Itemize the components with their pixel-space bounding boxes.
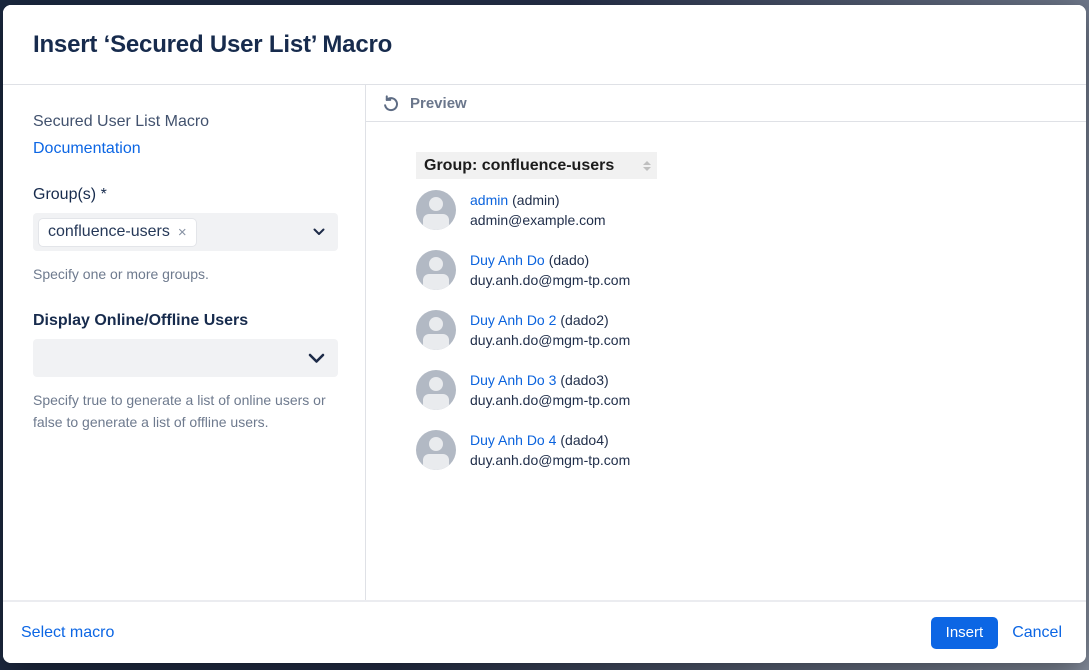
documentation-link[interactable]: Documentation	[33, 138, 141, 159]
avatar-icon	[416, 190, 456, 230]
user-email: duy.anh.do@mgm-tp.com	[470, 270, 630, 290]
insert-macro-dialog: Insert ‘Secured User List’ Macro Secured…	[3, 5, 1086, 663]
dialog-header: Insert ‘Secured User List’ Macro	[3, 5, 1086, 85]
user-username: (dado3)	[560, 372, 608, 388]
preview-header: Preview	[366, 85, 1086, 122]
user-link[interactable]: Duy Anh Do 2	[470, 312, 556, 328]
avatar-icon	[416, 250, 456, 290]
refresh-icon[interactable]	[382, 94, 400, 112]
user-meta: Duy Anh Do(dado) duy.anh.do@mgm-tp.com	[470, 250, 630, 290]
user-username: (dado4)	[560, 432, 608, 448]
user-row: Duy Anh Do(dado) duy.anh.do@mgm-tp.com	[416, 250, 1066, 290]
user-row: Duy Anh Do 4(dado4) duy.anh.do@mgm-tp.co…	[416, 430, 1066, 470]
group-chip: confluence-users ×	[39, 219, 196, 246]
group-header-bar: Group: confluence-users	[416, 152, 657, 179]
online-offline-select[interactable]	[33, 339, 338, 377]
user-email: duy.anh.do@mgm-tp.com	[470, 390, 630, 410]
macro-name: Secured User List Macro	[33, 111, 338, 132]
cancel-link[interactable]: Cancel	[1012, 624, 1062, 642]
user-row: Duy Anh Do 3(dado3) duy.anh.do@mgm-tp.co…	[416, 370, 1066, 410]
avatar-icon	[416, 310, 456, 350]
user-row: admin(admin) admin@example.com	[416, 190, 1066, 230]
preview-panel: Preview Group: confluence-users admin(ad…	[366, 85, 1086, 600]
avatar-icon	[416, 430, 456, 470]
user-link[interactable]: admin	[470, 192, 508, 208]
user-email: duy.anh.do@mgm-tp.com	[470, 330, 630, 350]
remove-icon[interactable]: ×	[178, 225, 187, 240]
online-offline-help-text: Specify true to generate a list of onlin…	[33, 389, 338, 433]
sort-icon[interactable]	[643, 161, 651, 171]
user-email: duy.anh.do@mgm-tp.com	[470, 450, 630, 470]
user-meta: Duy Anh Do 3(dado3) duy.anh.do@mgm-tp.co…	[470, 370, 630, 410]
dialog-footer: Select macro Insert Cancel	[3, 600, 1086, 663]
user-link[interactable]: Duy Anh Do 4	[470, 432, 556, 448]
macro-parameters-panel: Secured User List Macro Documentation Gr…	[3, 85, 366, 600]
group-chip-label: confluence-users	[48, 223, 170, 241]
group-header-label: Group: confluence-users	[424, 157, 614, 175]
preview-content: Group: confluence-users admin(admin) adm…	[366, 122, 1086, 490]
footer-actions: Insert Cancel	[931, 617, 1062, 649]
user-email: admin@example.com	[470, 210, 606, 230]
dialog-body: Secured User List Macro Documentation Gr…	[3, 85, 1086, 600]
user-meta: Duy Anh Do 2(dado2) duy.anh.do@mgm-tp.co…	[470, 310, 630, 350]
user-link[interactable]: Duy Anh Do	[470, 252, 545, 268]
groups-label: Group(s) *	[33, 184, 338, 205]
online-offline-label: Display Online/Offline Users	[33, 310, 338, 331]
dialog-title: Insert ‘Secured User List’ Macro	[33, 31, 392, 59]
user-meta: Duy Anh Do 4(dado4) duy.anh.do@mgm-tp.co…	[470, 430, 630, 470]
user-row: Duy Anh Do 2(dado2) duy.anh.do@mgm-tp.co…	[416, 310, 1066, 350]
user-username: (dado)	[549, 252, 589, 268]
avatar-icon	[416, 370, 456, 410]
user-username: (admin)	[512, 192, 559, 208]
user-link[interactable]: Duy Anh Do 3	[470, 372, 556, 388]
groups-select[interactable]: confluence-users ×	[33, 213, 338, 251]
user-username: (dado2)	[560, 312, 608, 328]
insert-button[interactable]: Insert	[931, 617, 999, 649]
preview-title: Preview	[410, 95, 467, 112]
chevron-down-icon	[313, 228, 325, 236]
user-meta: admin(admin) admin@example.com	[470, 190, 606, 230]
groups-help-text: Specify one or more groups.	[33, 263, 338, 285]
select-macro-link[interactable]: Select macro	[21, 624, 114, 642]
chevron-down-icon	[308, 353, 325, 364]
